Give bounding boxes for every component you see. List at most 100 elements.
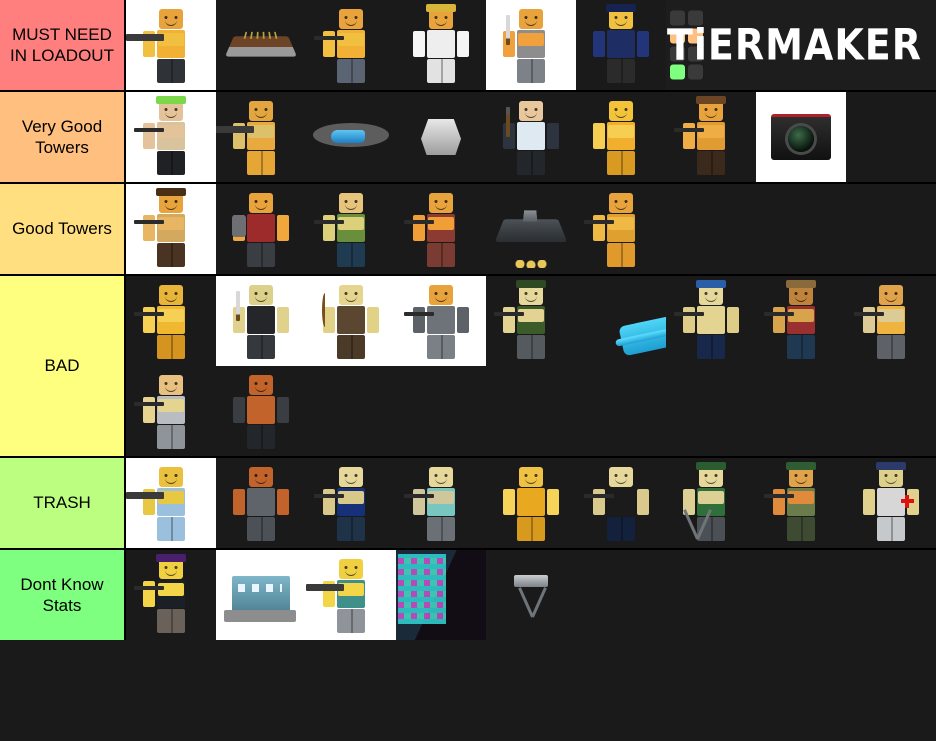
figure-head — [249, 467, 273, 487]
tier-item-military-base-tower[interactable] — [486, 184, 576, 274]
tier-item-shotgunner-tower[interactable] — [396, 184, 486, 274]
figure-torso — [517, 122, 545, 150]
tier-item-hunter-tower[interactable] — [576, 184, 666, 274]
tier-item-mobster-tower[interactable] — [576, 458, 666, 548]
tier-label[interactable]: Good Towers — [0, 184, 126, 274]
figure-head — [699, 101, 723, 121]
figure-legs — [427, 517, 455, 541]
tier-item-neon-city-map[interactable] — [396, 550, 486, 640]
roblox-figure — [584, 465, 652, 541]
tier-item-sniper-tropper-tower[interactable] — [306, 0, 396, 90]
tier-item-cowboy-tower[interactable] — [666, 92, 756, 182]
tier-item-factory-building[interactable] — [216, 550, 306, 640]
figure-head — [159, 9, 183, 29]
figure-legs — [157, 59, 185, 83]
tier-item-golden-scout-tower[interactable] — [126, 276, 216, 366]
tier-item-frost-blaster-tower[interactable] — [486, 92, 576, 182]
figure-weapon — [584, 494, 614, 498]
figure-hat — [786, 462, 816, 470]
figure-weapon — [314, 36, 344, 40]
tier-item-soldier-tower[interactable] — [126, 92, 216, 182]
figure-arm-left — [683, 123, 695, 149]
tier-item-biplane-tower[interactable] — [576, 276, 666, 366]
figure-arm-right — [277, 215, 289, 241]
tier-item-military-base-soldier-tower[interactable] — [756, 458, 846, 548]
figure-arm-left — [683, 307, 695, 333]
tier-item-archer-tower[interactable] — [306, 276, 396, 366]
tier-item-crook-boss-tower[interactable] — [216, 458, 306, 548]
figure-head — [159, 285, 183, 305]
tier-item-golden-crook-boss-tower[interactable] — [576, 92, 666, 182]
tier-label[interactable]: Dont Know Stats — [0, 550, 126, 640]
figure-hat — [786, 280, 816, 288]
tier-row: TRASH — [0, 458, 936, 550]
roblox-figure — [134, 96, 202, 175]
tier-label[interactable]: TRASH — [0, 458, 126, 548]
roblox-figure — [410, 4, 472, 83]
tier-label[interactable]: BAD — [0, 276, 126, 456]
tier-item-dj-booth-tower[interactable] — [666, 458, 756, 548]
tier-item-electroshocker-tower[interactable] — [396, 458, 486, 548]
tier-item-military-engineer-tower[interactable] — [306, 550, 396, 640]
figure-legs — [427, 59, 455, 83]
tier-item-brawler-tower[interactable] — [216, 366, 306, 456]
figure-torso — [697, 306, 725, 334]
tier-item-container[interactable] — [126, 458, 936, 548]
figure-arm-left — [593, 489, 605, 515]
figure-head — [429, 467, 453, 487]
figure-arm-forward — [698, 491, 724, 504]
helicopter-body — [331, 130, 365, 143]
roblox-figure — [126, 465, 202, 541]
figure-weapon — [134, 220, 164, 224]
tier-item-helicopter-tower[interactable] — [306, 92, 396, 182]
tier-item-military-soldier-tower[interactable] — [486, 276, 576, 366]
tier-item-container[interactable] — [126, 550, 936, 640]
figure-legs — [427, 335, 455, 359]
tier-item-freezer-tower[interactable] — [306, 458, 396, 548]
tier-item-scout-tower[interactable] — [306, 184, 396, 274]
tier-item-container[interactable] — [126, 276, 936, 456]
tier-item-gatling-gunner-tower[interactable] — [216, 92, 306, 182]
tier-label[interactable]: MUST NEED IN LOADOUT — [0, 0, 126, 90]
tier-label[interactable]: Very Good Towers — [0, 92, 126, 182]
tier-item-engineer-tower[interactable] — [126, 550, 216, 640]
figure-arm-left — [143, 215, 155, 241]
tier-item-container[interactable] — [126, 92, 936, 182]
tier-item-paintballer-tower[interactable] — [666, 276, 756, 366]
figure-arm-left — [863, 307, 875, 333]
roblox-figure — [134, 283, 202, 359]
tier-item-medic-tower[interactable] — [846, 458, 936, 548]
figure-head — [339, 285, 363, 305]
tier-item-container[interactable] — [126, 184, 936, 274]
figure-head — [249, 193, 273, 213]
tier-item-rocketeer-tower[interactable] — [126, 458, 216, 548]
tier-item-accelerator-tower[interactable] — [756, 92, 846, 182]
tier-item-medic-commander-tower[interactable] — [396, 0, 486, 90]
tier-item-commander-tower[interactable] — [576, 0, 666, 90]
figure-arm-left — [593, 123, 605, 149]
tier-item-swordsman-tower[interactable] — [486, 0, 576, 90]
tier-item-gunslinger-tower[interactable] — [126, 366, 216, 456]
tier-item-golden-pyromancer-tower[interactable] — [486, 458, 576, 548]
tier-item-farm-tower[interactable] — [216, 0, 306, 90]
tier-item-minigunner-tower[interactable] — [126, 0, 216, 90]
tier-item-ranger-cowboy-tower[interactable] — [126, 184, 216, 274]
figure-head — [519, 467, 543, 487]
tier-item-swordmaster-tower[interactable] — [216, 276, 306, 366]
figure-weapon-hammer — [506, 107, 510, 137]
roblox-figure — [216, 99, 292, 175]
tier-item-demoman-tower[interactable] — [396, 276, 486, 366]
figure-legs — [517, 335, 545, 359]
tier-item-turret-deployable[interactable] — [486, 550, 576, 640]
tier-item-pyromancer-tower[interactable] — [216, 184, 306, 274]
tier-item-gunner-tower[interactable] — [846, 276, 936, 366]
tier-item-turret-tower[interactable] — [396, 92, 486, 182]
figure-weapon — [674, 312, 704, 316]
factory-building-model — [224, 576, 296, 622]
roblox-figure — [314, 7, 382, 83]
roblox-figure — [126, 7, 202, 83]
figure-torso — [247, 306, 275, 334]
figure-weapon — [134, 586, 164, 590]
tier-item-militant-tower[interactable] — [756, 276, 846, 366]
tier-item-container[interactable]: TiERMAKER — [126, 0, 936, 90]
